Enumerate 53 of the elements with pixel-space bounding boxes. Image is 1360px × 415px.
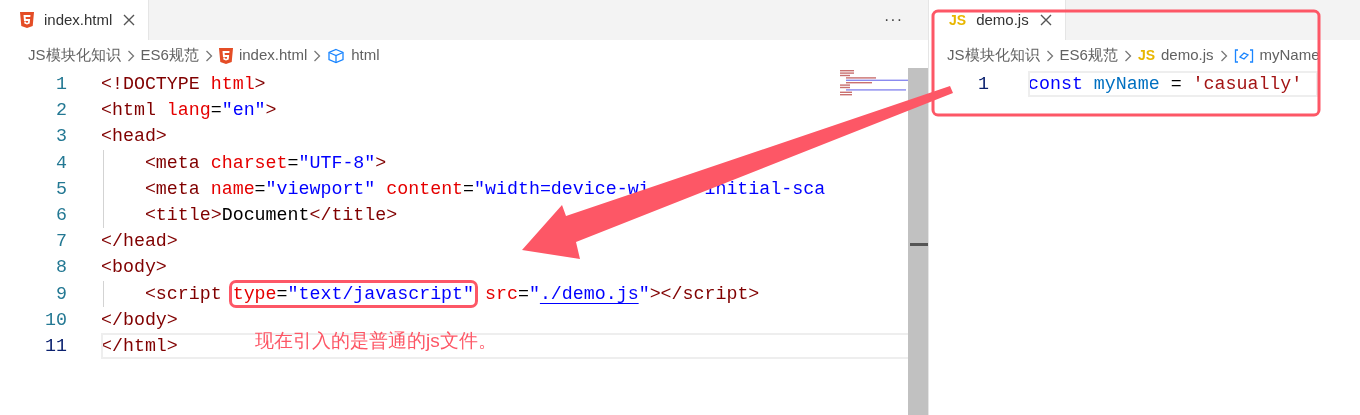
line-number: 11	[44, 334, 67, 358]
line-number: 1	[55, 73, 67, 96]
breadcrumb-item[interactable]: JS模块化知识	[28, 44, 121, 67]
code-line: <head>	[101, 126, 167, 147]
line-number: 4	[55, 151, 67, 175]
code-line: </head>	[101, 231, 178, 252]
editor-tab[interactable]: index.html	[0, 0, 150, 40]
line-number: 8	[55, 256, 67, 280]
chevron-icon	[204, 48, 213, 63]
variable-icon	[1233, 47, 1254, 64]
line-number: 2	[55, 99, 67, 123]
close-icon	[122, 13, 137, 27]
cube-icon	[327, 47, 346, 64]
js-file-icon: JS	[949, 9, 967, 31]
code-line: </body>	[101, 309, 178, 330]
line-number: 3	[55, 125, 67, 149]
code-line: <body>	[101, 257, 167, 278]
annotation-note: 现在引入的是普通的js文件。	[255, 329, 497, 353]
minimap-drawing	[838, 68, 908, 98]
breadcrumb-item[interactable]: index.html	[238, 44, 308, 67]
chevron-icon	[1045, 48, 1054, 63]
js-file-icon: JS	[1137, 45, 1155, 66]
code-line: <html lang="en">	[101, 100, 277, 121]
code-line: <title>Document</title>	[143, 204, 398, 225]
code-line: const myName = 'casually'	[1028, 74, 1303, 94]
code-line: <meta name="viewport" content="width=device-wi	[143, 178, 650, 199]
code-line: <meta charset="UTF-8">	[143, 152, 387, 173]
breadcrumb-item[interactable]: ES6规范	[1059, 44, 1118, 67]
line-number: 6	[55, 203, 67, 227]
close-icon	[1038, 13, 1053, 27]
more-actions-button[interactable]: ···	[883, 0, 904, 40]
code-link[interactable]: ./demo.js	[539, 283, 639, 304]
line-number: 10	[44, 308, 67, 332]
html-file-icon	[20, 12, 34, 28]
line-number: 1	[977, 73, 989, 96]
chevron-icon	[1123, 48, 1132, 63]
breadcrumb-item[interactable]: html	[351, 44, 380, 67]
breadcrumb-item[interactable]: myName	[1259, 44, 1320, 67]
chevron-icon	[126, 48, 135, 63]
line-number: 5	[55, 177, 67, 201]
breadcrumb-item[interactable]: JS模块化知识	[947, 44, 1040, 67]
breadcrumb-item[interactable]: demo.js	[1161, 44, 1214, 67]
scrollbar[interactable]	[908, 68, 928, 415]
code-line: <!DOCTYPE html>	[101, 74, 266, 94]
line-number: 7	[55, 230, 67, 254]
chevron-icon	[313, 48, 322, 63]
breadcrumb-item[interactable]: ES6规范	[140, 44, 199, 67]
code-line: </html>	[101, 335, 178, 356]
html-file-icon	[218, 47, 233, 64]
chevron-icon	[1219, 48, 1228, 63]
line-number: 9	[55, 282, 67, 306]
code-line: initial-sca	[704, 178, 826, 199]
code-line: <script type="text/javascript" src="./demo.js"></script>	[101, 283, 760, 304]
